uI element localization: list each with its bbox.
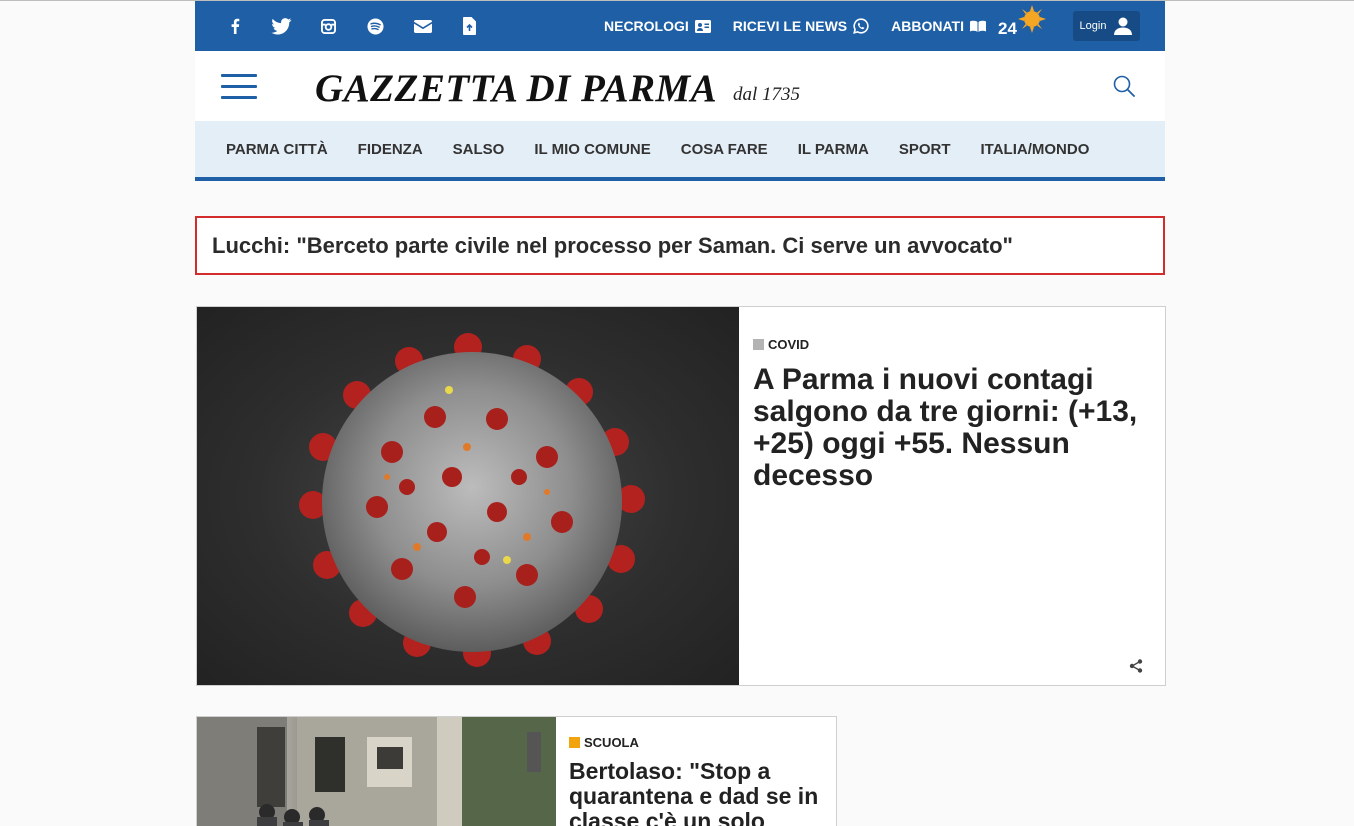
sun-icon — [1018, 5, 1046, 38]
article-title[interactable]: A Parma i nuovi contagi salgono da tre g… — [753, 364, 1153, 492]
ricevi-news-link[interactable]: RICEVI LE NEWS — [733, 18, 869, 34]
nav-item-sport[interactable]: SPORT — [899, 141, 951, 158]
nav-item-parma-citta[interactable]: PARMA CITTÀ — [226, 141, 328, 158]
search-icon[interactable] — [1113, 75, 1135, 102]
breaking-news-headline: Lucchi: "Berceto parte civile nel proces… — [212, 232, 1013, 258]
whatsapp-icon — [853, 18, 869, 34]
main-nav: PARMA CITTÀ FIDENZA SALSO IL MIO COMUNE … — [195, 121, 1165, 181]
user-icon — [1113, 17, 1133, 35]
necrologi-card-icon — [694, 19, 711, 33]
menu-hamburger-icon[interactable] — [221, 74, 257, 100]
site-logo[interactable]: GAZZETTA DI PARMA — [315, 66, 717, 111]
category-label: COVID — [768, 337, 810, 352]
abbonati-link[interactable]: ABBONATI — [891, 18, 986, 34]
nav-item-italia-mondo[interactable]: ITALIA/MONDO — [981, 141, 1090, 158]
app-download-icon[interactable] — [446, 1, 493, 51]
facebook-icon[interactable] — [211, 1, 258, 51]
secondary-article[interactable]: SCUOLA Bertolaso: "Stop a quarantena e d… — [196, 716, 837, 826]
mail-icon[interactable] — [399, 1, 446, 51]
top-bar: NECROLOGI RICEVI LE NEWS ABBONATI 24 Log… — [195, 1, 1165, 51]
article-category[interactable]: SCUOLA — [569, 735, 829, 750]
site-tagline: dal 1735 — [733, 84, 801, 105]
article-text: SCUOLA Bertolaso: "Stop a quarantena e d… — [569, 735, 829, 826]
article-title[interactable]: Bertolaso: "Stop a quarantena e dad se i… — [569, 759, 829, 826]
nav-item-fidenza[interactable]: FIDENZA — [358, 141, 423, 158]
necrologi-link[interactable]: NECROLOGI — [604, 18, 711, 34]
ricevi-news-label: RICEVI LE NEWS — [732, 18, 848, 34]
nav-item-il-parma[interactable]: IL PARMA — [798, 141, 869, 158]
category-label: SCUOLA — [584, 735, 639, 750]
featured-article[interactable]: COVID A Parma i nuovi contagi salgono da… — [196, 306, 1166, 686]
category-color-swatch — [569, 737, 580, 748]
login-label: Login — [1079, 20, 1107, 32]
nav-item-salso[interactable]: SALSO — [453, 141, 505, 158]
masthead: GAZZETTA DI PARMA dal 1735 — [195, 51, 1165, 121]
article-image[interactable] — [197, 717, 556, 826]
breaking-news-banner[interactable]: Lucchi: "Berceto parte civile nel proces… — [195, 216, 1165, 275]
header: NECROLOGI RICEVI LE NEWS ABBONATI 24 Log… — [195, 1, 1165, 181]
nav-item-il-mio-comune[interactable]: IL MIO COMUNE — [534, 141, 650, 158]
nav-item-cosa-fare[interactable]: COSA FARE — [681, 141, 768, 158]
twitter-icon[interactable] — [258, 1, 305, 51]
instagram-icon[interactable] — [305, 1, 352, 51]
weather-temperature: 24 — [998, 19, 1017, 38]
category-color-swatch — [753, 339, 764, 350]
necrologi-label: NECROLOGI — [604, 18, 689, 34]
article-image[interactable] — [197, 307, 739, 685]
social-links — [211, 1, 493, 51]
top-links: NECROLOGI RICEVI LE NEWS ABBONATI — [604, 1, 1008, 51]
open-book-icon — [969, 20, 986, 32]
weather-widget[interactable]: 24 — [997, 1, 1047, 51]
spotify-icon[interactable] — [352, 1, 399, 51]
article-category[interactable]: COVID — [753, 337, 1153, 352]
login-button[interactable]: Login — [1073, 11, 1140, 41]
article-text: COVID A Parma i nuovi contagi salgono da… — [753, 337, 1153, 492]
abbonati-label: ABBONATI — [891, 18, 964, 34]
share-icon[interactable] — [1129, 659, 1143, 678]
